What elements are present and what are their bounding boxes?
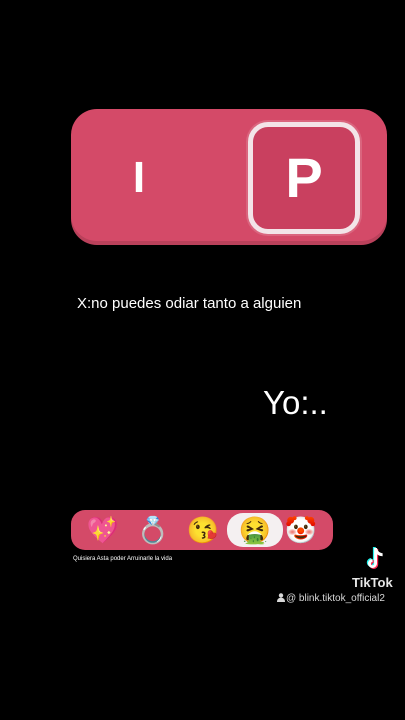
- tiktok-logo-icon: [366, 547, 383, 569]
- reply-text: Yo:..: [263, 384, 328, 421]
- toggle-knob-label: P: [285, 146, 323, 209]
- toggle-off-label: I: [132, 153, 146, 202]
- clown-face-icon[interactable]: 🤡: [284, 513, 318, 547]
- sparkling-heart-icon[interactable]: 💖: [86, 513, 120, 547]
- tiktok-handle-text: @ blink.tiktok_official2: [286, 593, 385, 604]
- ring-icon[interactable]: 💍: [136, 513, 170, 547]
- caption-text: X:no puedes odiar tanto a alguien: [77, 295, 302, 312]
- reaction-caption: Quisiera Asta poder Arruinarle la vida: [73, 556, 173, 562]
- face-vomiting-icon[interactable]: 🤮: [227, 513, 283, 547]
- tiktok-handle: @ blink.tiktok_official2: [277, 593, 385, 604]
- user-icon: [277, 593, 285, 602]
- tiktok-brand: TikTok: [352, 575, 393, 590]
- face-blowing-kiss-icon[interactable]: 😘: [186, 513, 220, 547]
- toggle-knob[interactable]: P: [248, 122, 360, 234]
